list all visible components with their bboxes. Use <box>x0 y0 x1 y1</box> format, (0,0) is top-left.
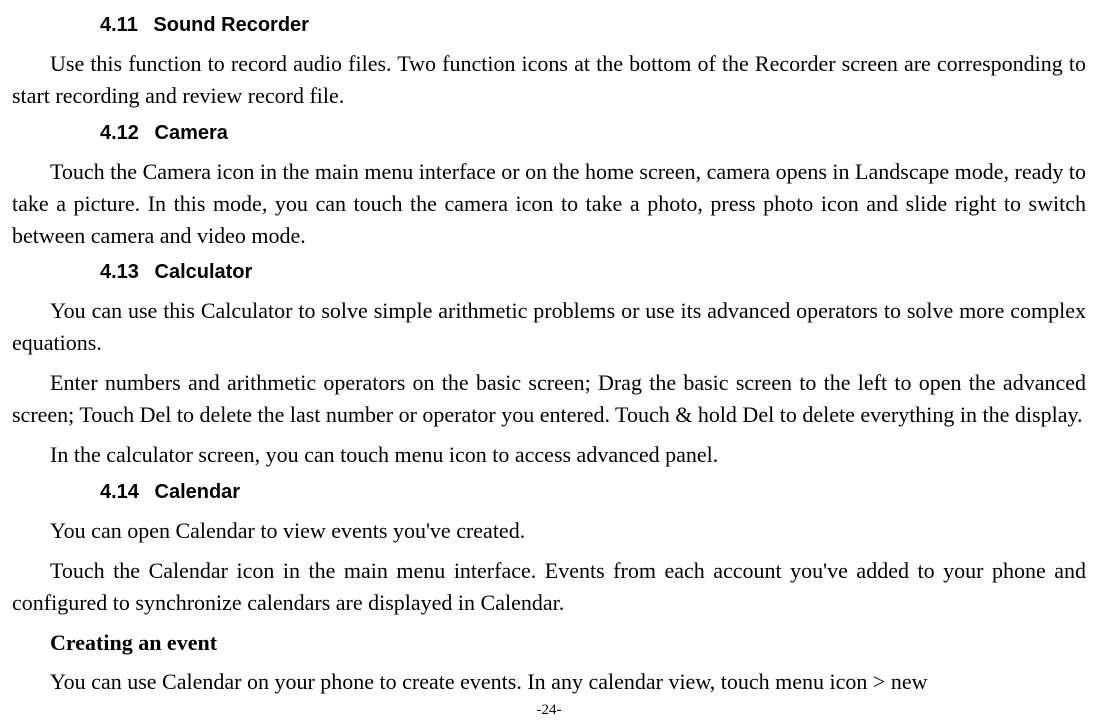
document-content: 4.11 Sound Recorder Use this function to… <box>12 12 1086 698</box>
subheading-creating-event: Creating an event <box>12 627 1086 659</box>
heading-number: 4.14 <box>100 479 139 505</box>
heading-4-12: 4.12 Camera <box>100 120 1086 146</box>
heading-4-14: 4.14 Calendar <box>100 479 1086 505</box>
heading-title: Calculator <box>155 261 253 283</box>
paragraph: You can use this Calculator to solve sim… <box>12 295 1086 359</box>
page-number: -24- <box>537 702 562 719</box>
paragraph: Use this function to record audio files.… <box>12 48 1086 112</box>
paragraph: You can use Calendar on your phone to cr… <box>12 666 1086 698</box>
heading-title: Camera <box>155 122 228 144</box>
paragraph: Enter numbers and arithmetic operators o… <box>12 367 1086 431</box>
heading-4-13: 4.13 Calculator <box>100 259 1086 285</box>
paragraph: Touch the Calendar icon in the main menu… <box>12 555 1086 619</box>
heading-title: Calendar <box>155 481 241 503</box>
paragraph: You can open Calendar to view events you… <box>12 515 1086 547</box>
heading-number: 4.12 <box>100 120 139 146</box>
heading-number: 4.13 <box>100 259 139 285</box>
heading-title: Sound Recorder <box>153 14 309 36</box>
heading-4-11: 4.11 Sound Recorder <box>100 12 1086 38</box>
heading-number: 4.11 <box>100 12 138 38</box>
paragraph: Touch the Camera icon in the main menu i… <box>12 156 1086 252</box>
paragraph: In the calculator screen, you can touch … <box>12 439 1086 471</box>
